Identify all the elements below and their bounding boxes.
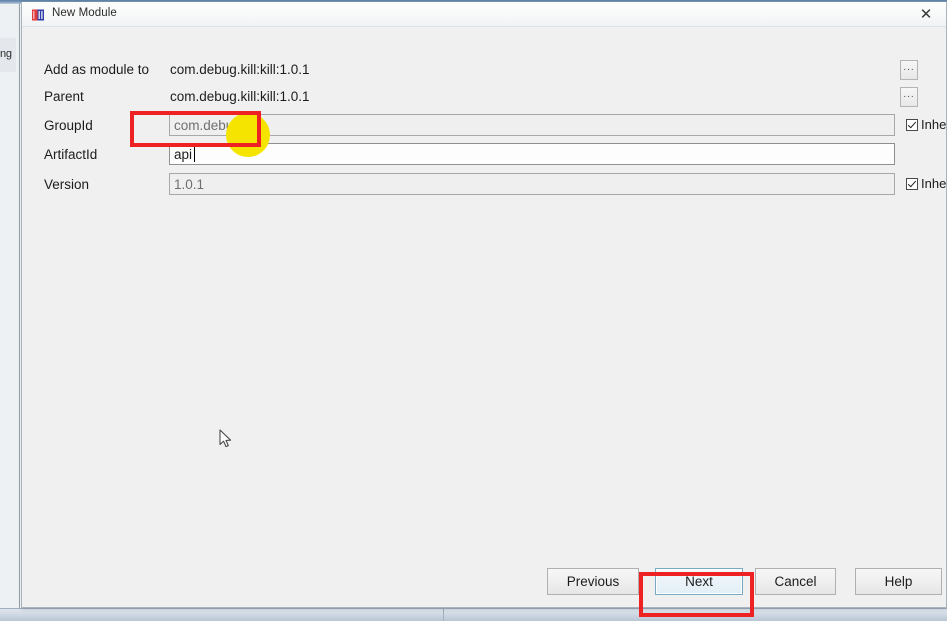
value-add-as-module-to: com.debug.kill:kill:1.0.1: [170, 62, 310, 77]
parent-browse-button[interactable]: ...: [900, 87, 918, 107]
form-row-artifactid: ArtifactId: [22, 143, 946, 174]
version-input[interactable]: [169, 173, 895, 195]
version-inherit-label: Inherit: [921, 176, 947, 191]
new-module-dialog: New Module ✕ Add as module to com.debug.…: [21, 2, 947, 608]
background-status-bar: [0, 608, 947, 621]
background-left-tab-label: ng: [0, 48, 12, 60]
version-inherit-checkbox[interactable]: Inherit: [906, 176, 947, 191]
form-row-version: Version Inherit: [22, 173, 947, 204]
label-version: Version: [44, 177, 90, 192]
groupid-inherit-label: Inherit: [921, 117, 947, 132]
checkbox-checked-icon: [906, 118, 918, 131]
background-status-bar-divider: [443, 608, 444, 621]
text-caret: [194, 147, 195, 162]
close-button[interactable]: ✕: [906, 2, 946, 27]
checkbox-checked-icon: [906, 177, 918, 190]
groupid-input[interactable]: [169, 114, 895, 136]
add-as-module-to-browse-button[interactable]: ...: [900, 60, 918, 80]
dialog-titlebar[interactable]: New Module ✕: [22, 2, 946, 27]
ellipsis-icon: ...: [903, 61, 915, 73]
dialog-title: New Module: [52, 7, 117, 19]
cancel-button[interactable]: Cancel: [755, 568, 836, 595]
close-icon: ✕: [919, 5, 933, 23]
label-add-as-module-to: Add as module to: [44, 62, 150, 77]
form-row-groupid: GroupId Inherit: [22, 114, 947, 145]
dialog-body: Add as module to com.debug.kill:kill:1.0…: [22, 27, 947, 582]
next-button[interactable]: Next: [655, 568, 743, 595]
dialog-footer: Previous Next Cancel Help: [22, 557, 946, 607]
help-button[interactable]: Help: [855, 568, 942, 595]
form-row-parent: Parent com.debug.kill:kill:1.0.1 ...: [22, 87, 946, 116]
value-parent: com.debug.kill:kill:1.0.1: [170, 89, 310, 104]
background-left-panel: [0, 4, 20, 608]
label-artifactid: ArtifactId: [44, 147, 98, 162]
label-groupid: GroupId: [44, 118, 93, 133]
artifactid-input[interactable]: [169, 143, 895, 165]
previous-button[interactable]: Previous: [547, 568, 639, 595]
form-row-add-as-module-to: Add as module to com.debug.kill:kill:1.0…: [22, 60, 946, 89]
module-icon: [32, 9, 44, 21]
screen-root: ng New Module ✕ Add as module to com.deb…: [0, 0, 947, 621]
ellipsis-icon: ...: [903, 88, 915, 100]
groupid-inherit-checkbox[interactable]: Inherit: [906, 117, 947, 132]
label-parent: Parent: [44, 89, 84, 104]
